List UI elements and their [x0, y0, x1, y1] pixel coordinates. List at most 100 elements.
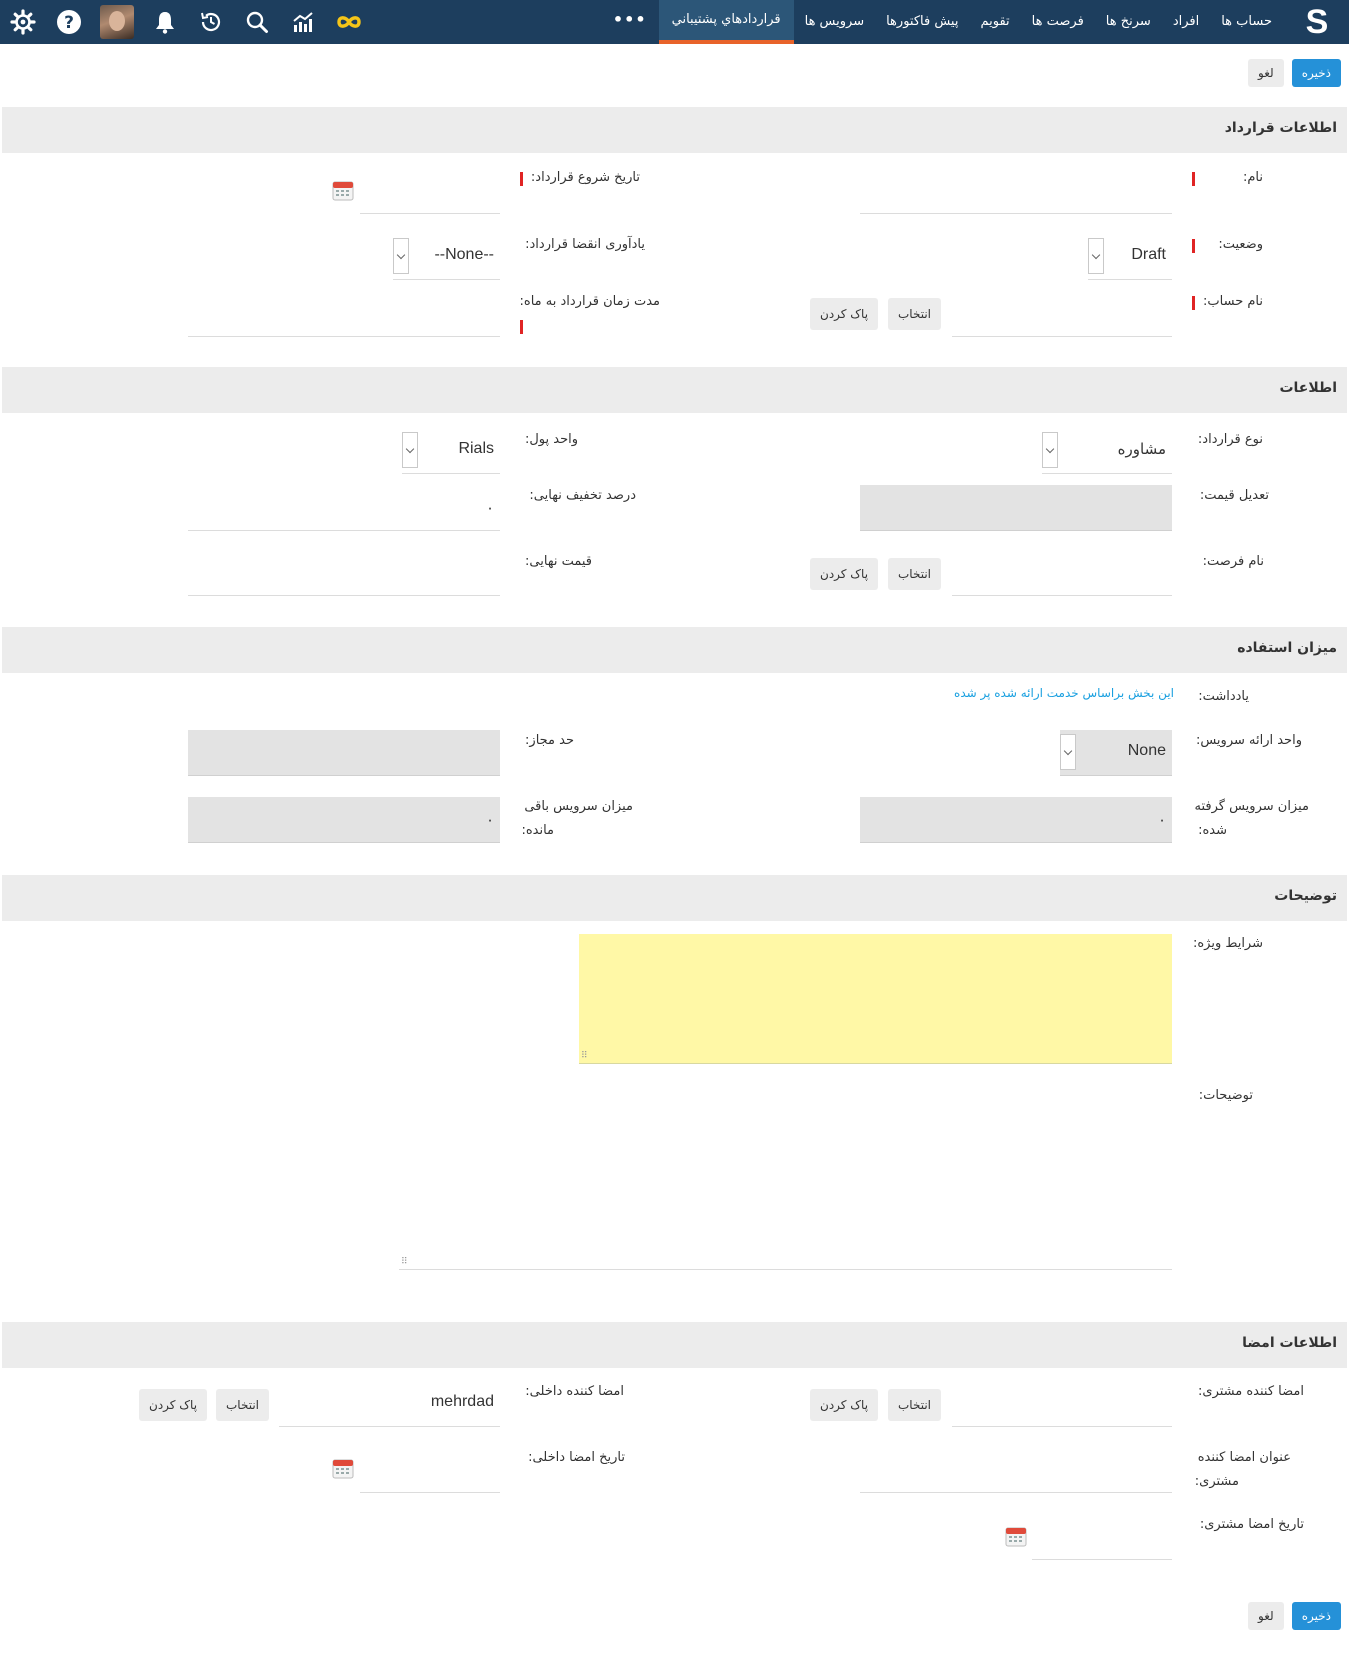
service-unit-value: None	[1127, 742, 1166, 759]
internal-signer-clear-button[interactable]: پاک کردن	[139, 1389, 208, 1421]
currency-select[interactable]: Rials	[402, 428, 500, 474]
expiry-reminder-label: یادآوری انقضا قرارداد:	[525, 237, 645, 252]
internal-sign-date-label: تاریخ امضا داخلی:	[528, 1450, 625, 1465]
customer-signer-clear-button[interactable]: پاک کردن	[810, 1389, 879, 1421]
infinity-icon[interactable]	[334, 7, 364, 37]
chevron-down-icon[interactable]	[1042, 432, 1058, 468]
bottom-actions: ذخیره لغو	[1248, 1602, 1341, 1630]
final-discount-value: ۰	[485, 499, 494, 517]
section-contract-info: اطلاعات قرارداد	[2, 107, 1347, 153]
chevron-down-icon[interactable]	[1088, 238, 1104, 274]
section-descriptions: توضیحات	[2, 875, 1347, 921]
internal-sign-date-field[interactable]	[360, 1447, 500, 1493]
top-navigation-bar: S حساب ها افراد سرنخ ها فرصت ها تقویم پی…	[0, 0, 1349, 44]
start-date-label: تاریخ شروع قرارداد:	[530, 170, 640, 185]
help-icon[interactable]: ?	[54, 7, 84, 37]
service-unit-select[interactable]: None	[1060, 730, 1172, 776]
final-price-field[interactable]	[188, 550, 500, 596]
required-marker	[520, 172, 523, 186]
internal-signer-select-button[interactable]: انتخاب	[216, 1389, 269, 1421]
status-select[interactable]: Draft	[1088, 234, 1172, 280]
nav-opportunities[interactable]: فرصت ها	[1021, 0, 1095, 44]
chevron-down-icon[interactable]	[402, 432, 418, 468]
cancel-button[interactable]: لغو	[1248, 1602, 1284, 1630]
customer-signer-title-label: عنوان امضا کننده	[1197, 1450, 1291, 1465]
required-marker	[520, 320, 523, 334]
note-link[interactable]: این بخش براساس خدمت ارائه شده پر شده	[954, 686, 1174, 700]
name-label: نام:	[1242, 170, 1263, 185]
opportunity-select-button[interactable]: انتخاب	[888, 558, 941, 590]
save-button[interactable]: ذخیره	[1291, 1602, 1341, 1630]
allowed-limit-field	[188, 730, 500, 776]
duration-months-label: مدت زمان قرارداد به ماه:	[519, 294, 660, 309]
section-signature-info: اطلاعات امضا	[2, 1322, 1347, 1368]
contract-type-value: مشاوره	[1117, 440, 1166, 458]
nav-leads[interactable]: سرنخ ها	[1095, 0, 1162, 44]
services-used-field: ۰	[860, 797, 1172, 843]
special-terms-label: شرایط ویژه:	[1192, 936, 1263, 951]
nav-accounts[interactable]: حساب ها	[1210, 0, 1283, 44]
chevron-down-icon[interactable]	[393, 238, 409, 274]
section-title: توضیحات	[1274, 888, 1337, 904]
avatar[interactable]	[100, 5, 134, 39]
special-terms-textarea[interactable]: ⠿	[579, 934, 1172, 1064]
currency-value: Rials	[458, 440, 494, 457]
customer-signer-field[interactable]	[952, 1381, 1172, 1427]
app-logo[interactable]: S	[1299, 2, 1335, 42]
description-textarea[interactable]: ⠿	[399, 1085, 1172, 1270]
nav-more-menu[interactable]: •••	[601, 0, 659, 44]
calendar-icon[interactable]	[332, 1457, 354, 1479]
required-marker	[1192, 239, 1195, 253]
internal-signer-value: mehrdad	[430, 1393, 494, 1410]
bell-icon[interactable]	[150, 7, 180, 37]
allowed-limit-label: حد مجاز:	[525, 733, 574, 748]
final-discount-field[interactable]: ۰	[188, 485, 500, 531]
expiry-reminder-select[interactable]: --None--	[393, 234, 500, 280]
services-remaining-value: ۰	[485, 811, 494, 829]
save-button[interactable]: ذخیره	[1291, 59, 1341, 87]
contract-type-select[interactable]: مشاوره	[1042, 428, 1172, 474]
opportunity-clear-button[interactable]: پاک کردن	[810, 558, 879, 590]
nav-calendar[interactable]: تقویم	[969, 0, 1020, 44]
section-title: اطلاعات امضا	[1242, 1335, 1337, 1351]
gear-icon[interactable]	[8, 7, 38, 37]
section-title: اطلاعات	[1279, 380, 1337, 396]
top-actions: ذخیره لغو	[1248, 59, 1341, 87]
name-field[interactable]	[860, 168, 1172, 214]
customer-signer-select-button[interactable]: انتخاب	[888, 1389, 941, 1421]
services-remaining-label: میزان سرویس باقی	[524, 799, 633, 814]
customer-sign-date-field[interactable]	[1032, 1514, 1172, 1560]
calendar-icon[interactable]	[1005, 1525, 1027, 1547]
cancel-button[interactable]: لغو	[1248, 59, 1284, 87]
internal-signer-field[interactable]: mehrdad	[279, 1381, 500, 1427]
resize-grip-icon[interactable]: ⠿	[401, 1257, 408, 1267]
history-icon[interactable]	[196, 7, 226, 37]
main-nav: حساب ها افراد سرنخ ها فرصت ها تقویم پیش …	[601, 0, 1283, 44]
services-used-value: ۰	[1157, 811, 1166, 829]
customer-signer-title-field[interactable]	[860, 1447, 1172, 1493]
account-select-button[interactable]: انتخاب	[888, 298, 941, 330]
opportunity-name-label: نام فرصت:	[1202, 554, 1264, 569]
nav-quotes[interactable]: پیش فاکتورها	[875, 0, 969, 44]
search-icon[interactable]	[242, 7, 272, 37]
expiry-reminder-value: --None--	[434, 246, 494, 263]
duration-months-field[interactable]	[188, 291, 500, 337]
nav-contacts[interactable]: افراد	[1162, 0, 1210, 44]
required-marker	[1192, 296, 1195, 310]
opportunity-name-field[interactable]	[952, 550, 1172, 596]
account-clear-button[interactable]: پاک کردن	[810, 298, 879, 330]
section-info: اطلاعات	[2, 367, 1347, 413]
account-name-field[interactable]	[952, 291, 1172, 337]
status-value: Draft	[1131, 246, 1166, 263]
chevron-down-icon[interactable]	[1060, 734, 1076, 770]
chart-icon[interactable]	[288, 7, 318, 37]
nav-support-contracts[interactable]: قراردادهاي پشتيباني	[658, 0, 794, 44]
start-date-field[interactable]	[360, 168, 500, 214]
nav-services[interactable]: سرویس ها	[794, 0, 875, 44]
currency-label: واحد پول:	[524, 432, 578, 447]
account-name-label: نام حساب:	[1203, 294, 1263, 309]
required-marker	[1192, 172, 1195, 186]
resize-grip-icon[interactable]: ⠿	[581, 1051, 588, 1061]
calendar-icon[interactable]	[332, 179, 354, 201]
svg-text:?: ?	[64, 13, 74, 33]
